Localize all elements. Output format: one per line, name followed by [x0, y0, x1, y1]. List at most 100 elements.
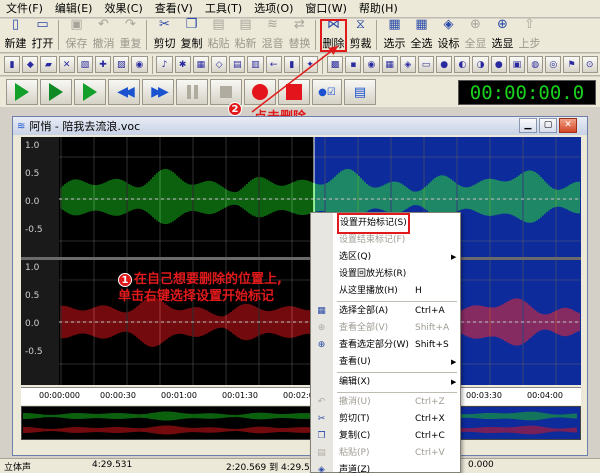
context-menu-item[interactable]: 查看(U) ▶: [311, 354, 460, 371]
toolbar-button-zoom-selection[interactable]: ⊕ 选显: [489, 17, 516, 52]
effect-tool-icon[interactable]: ⚑: [563, 56, 580, 73]
previous-step-icon: ⇧: [524, 17, 535, 32]
effect-tool-icon[interactable]: ♪: [156, 56, 173, 73]
time-ruler[interactable]: 00:00:000 00:00:30 00:01:00 00:01:30 00:02:0…: [21, 387, 581, 405]
menu-view[interactable]: 查看(V): [149, 0, 199, 18]
menu-file[interactable]: 文件(F): [0, 0, 49, 18]
minimize-button[interactable]: ▁: [519, 118, 537, 133]
effect-tool-icon[interactable]: ▩: [326, 56, 344, 73]
toolbar-button-redo[interactable]: ↷ 重复: [117, 17, 144, 52]
toolbar-button-view-selection[interactable]: ▦ 选示: [381, 17, 408, 52]
toolbar-button-trim[interactable]: ⧖ 剪裁: [347, 17, 374, 52]
fast-forward-button[interactable]: ▶▶: [142, 79, 174, 105]
toolbar-button-save[interactable]: ▣ 保存: [63, 17, 90, 52]
menu-edit[interactable]: 编辑(E): [49, 0, 99, 18]
effect-tool-icon[interactable]: ▮: [4, 56, 21, 73]
effect-tool-icon[interactable]: ●: [490, 56, 507, 73]
toolbar-button-mix[interactable]: ≋ 混音: [259, 17, 286, 52]
context-menu-label: 复制(C): [339, 431, 371, 441]
effect-tool-icon[interactable]: ▰: [40, 56, 57, 73]
effect-tool-icon[interactable]: ✦: [301, 56, 319, 73]
effect-tool-icon[interactable]: ▨: [113, 56, 130, 73]
effect-tool-icon[interactable]: ⊙: [581, 56, 598, 73]
record-button[interactable]: [244, 79, 276, 105]
toolbar-button-paste-new[interactable]: ▤ 粘新: [232, 17, 259, 52]
effect-tool-icon[interactable]: ◇: [210, 56, 228, 73]
effect-tool-icon[interactable]: ▦: [381, 56, 398, 73]
context-menu-item[interactable]: ▦ 选择全部(A) Ctrl+A: [311, 303, 460, 320]
effect-tool-icon[interactable]: ●: [436, 56, 453, 73]
toolbar-button-cut[interactable]: ✂ 剪切: [151, 17, 178, 52]
effect-tool-icon[interactable]: ▣: [508, 56, 526, 73]
toolbar-button-label: 撤消: [92, 37, 115, 50]
effect-tool-icon[interactable]: ◑: [472, 56, 489, 73]
effect-tool-icon[interactable]: ▦: [192, 56, 209, 73]
effect-tool-icon[interactable]: ◍: [527, 56, 544, 73]
context-menu-item[interactable]: ⊕ 查看选定部分(W) Shift+S: [311, 337, 460, 354]
pause-button[interactable]: [176, 79, 208, 105]
toolbar-button-label: 上步: [518, 37, 541, 50]
effect-tool-icon[interactable]: ◐: [454, 56, 471, 73]
toolbar-button-open-folder[interactable]: ▭ 打开: [29, 17, 56, 52]
toolbar-button-undo[interactable]: ↶ 撤消: [90, 17, 117, 52]
effect-tool-icon[interactable]: ←: [265, 56, 282, 73]
effect-tool-icon[interactable]: ◎: [545, 56, 562, 73]
effect-tool-icon[interactable]: ▪: [345, 56, 362, 73]
toolbar-button-label: 替换: [288, 37, 311, 50]
document-title-bar[interactable]: ≋ 阿悄 - 陪我去流浪.voc: [13, 117, 587, 135]
toolbar-button-new-file[interactable]: ▯ 新建: [2, 17, 29, 52]
close-button[interactable]: ✕: [559, 118, 577, 133]
toolbar-button-paste[interactable]: ▤ 粘贴: [205, 17, 232, 52]
play-button[interactable]: [6, 79, 38, 105]
context-menu-item[interactable]: ❐ 复制(C) Ctrl+C: [311, 428, 460, 445]
toolbar-button-select-all[interactable]: ▦ 全选: [408, 17, 435, 52]
toolbar-button-set-marker[interactable]: ◈ 设标: [435, 17, 462, 52]
toolbar-button-label: 选显: [491, 37, 514, 50]
effect-tool-icon[interactable]: ✕: [58, 56, 75, 73]
spectrum-button[interactable]: ▤: [344, 79, 376, 105]
effect-tool-icon[interactable]: ◉: [131, 56, 148, 73]
menu-tools[interactable]: 工具(T): [199, 0, 248, 18]
context-menu-item[interactable]: 从这里播放(H) H: [311, 283, 460, 300]
record-selection-button[interactable]: [278, 79, 310, 105]
toolbar-button-delete[interactable]: ⋈ 删除: [320, 17, 347, 52]
rewind-button[interactable]: ◀◀: [108, 79, 140, 105]
effect-tool-icon[interactable]: ◆: [22, 56, 39, 73]
context-menu-item[interactable]: 编辑(X) ▶: [311, 374, 460, 391]
zoom-selection-icon: ⊕: [497, 17, 508, 32]
toolbar-button-zoom-all[interactable]: ⊕ 全显: [462, 17, 489, 52]
effect-tool-icon[interactable]: ▮: [283, 56, 300, 73]
menu-effects[interactable]: 效果(C): [98, 0, 148, 18]
context-menu-label: 选区(Q): [339, 252, 372, 262]
context-menu-item[interactable]: 设置回放光标(R): [311, 266, 460, 283]
effect-tool-icon[interactable]: ▭: [417, 56, 435, 73]
menu-help[interactable]: 帮助(H): [353, 0, 404, 18]
effect-tool-icon[interactable]: ✚: [94, 56, 112, 73]
effect-tool-icon[interactable]: ✱: [174, 56, 191, 73]
play-from-cursor-button[interactable]: [74, 79, 106, 105]
monitor-toggle[interactable]: ●☑: [312, 79, 342, 105]
copy-icon: ❐: [317, 431, 326, 441]
effect-tool-icon[interactable]: ◉: [363, 56, 380, 73]
overview-waveform[interactable]: [21, 406, 581, 440]
context-menu-item[interactable]: ◈ 声道(Z): [311, 462, 460, 473]
toolbar-button-copy[interactable]: ❐ 复制: [178, 17, 205, 52]
context-menu-item[interactable]: ✂ 剪切(T) Ctrl+X: [311, 411, 460, 428]
play-selection-button[interactable]: [40, 79, 72, 105]
waveform-display[interactable]: 1.0 0.5 0.0 -0.5 1.0 0.5 0.0 -0.5: [21, 137, 581, 385]
effect-tool-icon[interactable]: ▧: [76, 56, 93, 73]
toolbar-button-replace[interactable]: ⇄ 替换: [286, 17, 313, 52]
context-menu-label: 设置回放光标(R): [339, 269, 407, 279]
stop-button[interactable]: [210, 79, 242, 105]
rewind-icon: ◀◀: [117, 84, 134, 100]
menu-options[interactable]: 选项(O): [248, 0, 299, 18]
context-menu-item[interactable]: 选区(Q) ▶: [311, 249, 460, 266]
maximize-button[interactable]: ▢: [539, 118, 557, 133]
menu-window[interactable]: 窗口(W): [299, 0, 352, 18]
effect-tool-icon[interactable]: ▥: [247, 56, 264, 73]
toolbar-button-previous-step[interactable]: ⇧ 上步: [516, 17, 543, 52]
submenu-arrow-icon: ▶: [451, 378, 457, 386]
effect-tool-icon[interactable]: ◈: [399, 56, 416, 73]
effect-tool-icon[interactable]: ▤: [229, 56, 246, 73]
context-menu-item[interactable]: 设置开始标记(S): [311, 213, 460, 234]
